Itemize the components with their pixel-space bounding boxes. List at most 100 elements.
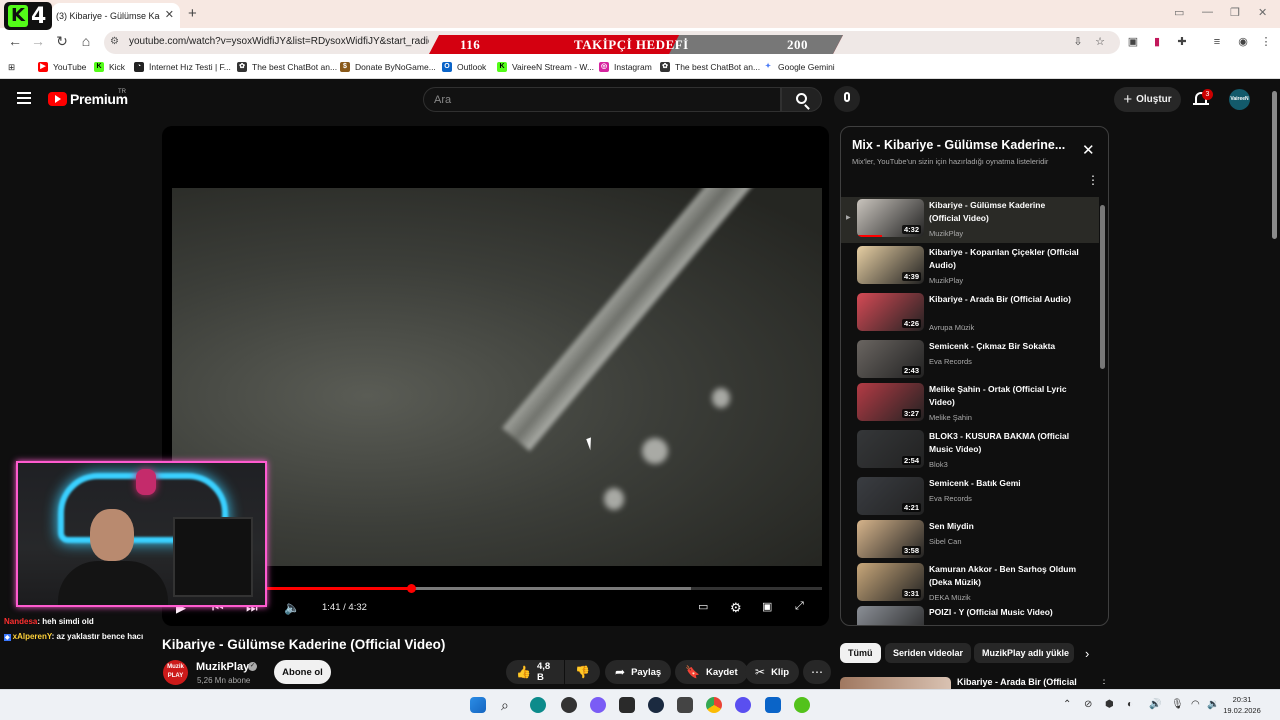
recommended-thumbnail[interactable] <box>840 677 951 689</box>
account-avatar[interactable]: VaireeN <box>1229 89 1250 110</box>
playlist-thumbnail[interactable] <box>857 606 924 625</box>
video-frame[interactable] <box>172 188 822 566</box>
microphone-tray-icon[interactable]: 🎙 <box>1171 699 1184 710</box>
volume-icon[interactable]: 🔈 <box>284 600 300 616</box>
bookmark-youtube[interactable]: ▶ YouTube <box>38 62 86 72</box>
bookmark-donate[interactable]: $ Donate ByNoGame... <box>340 62 436 72</box>
youtube-logo-icon[interactable] <box>48 92 67 106</box>
tab-close-icon[interactable]: ✕ <box>165 8 174 21</box>
more-vertical-icon[interactable]: ⋮ <box>1099 677 1109 686</box>
playlist-thumbnail[interactable]: 3:27 <box>857 383 924 421</box>
playlist-item[interactable]: ▶ 4:32 Kibariye - Gülümse Kaderine (Offici… <box>841 197 1099 243</box>
chip-series-videos[interactable]: Seriden videolar <box>885 643 972 663</box>
windows-start-icon[interactable] <box>470 697 486 713</box>
home-icon[interactable]: ⌂ <box>77 33 95 49</box>
playlist-thumbnail[interactable]: 3:31 <box>857 563 924 601</box>
tray-steam-icon[interactable]: ◐ <box>1127 699 1133 710</box>
bookmark-outlook[interactable]: O Outlook <box>442 62 486 72</box>
new-tab-icon[interactable]: + <box>188 5 197 22</box>
playlist-scroll-thumb[interactable] <box>1100 205 1105 369</box>
bookmark-gemini[interactable]: ✦ Google Gemini <box>763 62 835 72</box>
chrome-icon[interactable] <box>706 697 722 713</box>
apps-grid-icon[interactable]: ⊞ <box>8 62 15 73</box>
close-playlist-icon[interactable]: ✕ <box>1082 141 1095 159</box>
browser-tab-active[interactable]: (3) Kibariye - Gülümse Kaderine ✕ <box>52 3 180 28</box>
forward-icon[interactable]: → <box>29 33 47 49</box>
chevron-right-icon[interactable]: › <box>1085 646 1089 661</box>
create-button[interactable]: + Oluştur <box>1114 87 1181 112</box>
extensions-puzzle-icon[interactable]: ✚ <box>1175 35 1189 49</box>
playlist-thumbnail[interactable]: 2:54 <box>857 430 924 468</box>
taskbar-search-icon[interactable]: ⌕ <box>501 697 517 713</box>
recommended-video[interactable]: Kibariye - Arada Bir (Official ⋮ <box>840 677 1110 689</box>
playlist-scrollbar[interactable] <box>1099 197 1105 622</box>
volume-tray-icon[interactable]: 🔉 <box>1207 699 1219 710</box>
playlist-thumbnail[interactable]: 4:39 <box>857 246 924 284</box>
edge-icon[interactable] <box>530 697 546 713</box>
save-button[interactable]: 🔖 Kaydet <box>675 660 748 684</box>
taskbar-clock[interactable]: 20:31 19.02.2026 <box>1222 694 1262 716</box>
like-button[interactable]: 👍 4,8 B <box>506 660 564 684</box>
subscribe-button[interactable]: Abone ol <box>274 660 331 684</box>
app-icon[interactable] <box>735 697 751 713</box>
playlist-thumbnail[interactable]: 2:43 <box>857 340 924 378</box>
menu-icon[interactable] <box>17 92 31 104</box>
playlist-thumbnail[interactable]: 3:58 <box>857 520 924 558</box>
restore-icon[interactable]: ❐ <box>1230 6 1240 19</box>
speaker-icon[interactable]: 🔊 <box>1149 699 1161 710</box>
progress-scrubber[interactable] <box>406 584 416 593</box>
site-info-icon[interactable]: ⚙ <box>110 36 119 47</box>
fullscreen-icon[interactable]: ⤢ <box>795 600 804 613</box>
outlook-icon[interactable] <box>765 697 781 713</box>
playlist-item[interactable]: 4:21 Semicenk - Batık Gemi Eva Records <box>841 475 1099 515</box>
wifi-icon[interactable]: ◠ <box>1191 699 1200 710</box>
chip-all[interactable]: Tümü <box>840 643 881 663</box>
more-actions-button[interactable]: ⋯ <box>803 660 831 684</box>
close-window-icon[interactable]: ✕ <box>1258 6 1267 19</box>
channel-name[interactable]: MuzikPlay <box>196 661 249 673</box>
extension-icon[interactable]: ▣ <box>1126 35 1140 49</box>
playlist-item[interactable]: 3:58 Sen Miydin Sibel Can <box>841 518 1099 558</box>
playlist-item[interactable]: 2:54 BLOK3 - KUSURA BAKMA (Official Music… <box>841 428 1099 474</box>
playlist-item[interactable]: 4:39 Kibariye - Koparılan Çiçekler (Offic… <box>841 244 1099 290</box>
playlist-item[interactable]: 3:27 Melike Şahin - Ortak (Official Lyric… <box>841 381 1099 427</box>
share-button[interactable]: ➦ Paylaş <box>605 660 672 684</box>
app-icon[interactable] <box>677 697 693 713</box>
discord-icon[interactable] <box>590 697 606 713</box>
subtitles-icon[interactable]: ▭ <box>698 600 708 613</box>
recommended-title[interactable]: Kibariye - Arada Bir (Official <box>957 677 1077 687</box>
playlist-thumbnail[interactable]: 4:32 <box>857 199 924 237</box>
voice-search-button[interactable] <box>834 86 860 112</box>
bookmark-instagram[interactable]: ◎ Instagram <box>599 62 652 72</box>
search-button[interactable] <box>781 87 822 112</box>
page-scrollbar-thumb[interactable] <box>1272 91 1277 239</box>
playlist-item[interactable]: 2:43 Semicenk - Çıkmaz Bir Sokakta Eva Rec… <box>841 338 1099 378</box>
steam-icon[interactable] <box>648 697 664 713</box>
tab-search-icon[interactable]: ▭ <box>1174 6 1184 19</box>
playlist-item[interactable]: 4:26 Kibariye - Arada Bir (Official Audio… <box>841 291 1099 337</box>
minimize-icon[interactable]: — <box>1202 6 1213 18</box>
playlist-thumbnail[interactable]: 4:26 <box>857 293 924 331</box>
epic-games-icon[interactable] <box>619 697 635 713</box>
search-input[interactable] <box>424 88 724 111</box>
settings-gear-icon[interactable]: ⚙ <box>730 600 742 616</box>
chrome-menu-icon[interactable]: ⋮ <box>1259 35 1273 49</box>
extension-audio-icon[interactable]: ▮ <box>1150 35 1164 49</box>
chip-channel-uploads[interactable]: MuzikPlay adlı yükle <box>974 643 1074 663</box>
bookmark-speedtest[interactable]: ◔ İnternet Hız Testi | F... <box>134 62 231 72</box>
bookmark-star-icon[interactable]: ☆ <box>1093 35 1107 49</box>
tray-icon[interactable]: ⊘ <box>1084 699 1092 710</box>
channel-avatar[interactable]: Muzik PLAY <box>163 660 188 685</box>
back-icon[interactable]: ← <box>6 33 24 49</box>
playlist-title[interactable]: Mix - Kibariye - Gülümse Kaderine... <box>852 138 1065 152</box>
clip-button[interactable]: ✂ Klip <box>745 660 800 684</box>
theater-mode-icon[interactable]: ▣ <box>762 600 772 613</box>
dislike-button[interactable]: 👎 <box>565 660 600 684</box>
bookmark-kick[interactable]: K Kick <box>94 62 125 72</box>
reload-icon[interactable]: ↻ <box>53 33 71 50</box>
app-icon[interactable] <box>561 697 577 713</box>
bookmark-vaireen-stream[interactable]: K VaireeN Stream - W... <box>497 62 594 72</box>
tray-chevron-icon[interactable]: ⌃ <box>1063 699 1071 710</box>
playlist-more-icon[interactable]: ⋮ <box>1087 173 1099 187</box>
bookmark-chatbot-2[interactable]: ✿ The best ChatBot an... <box>660 62 760 72</box>
